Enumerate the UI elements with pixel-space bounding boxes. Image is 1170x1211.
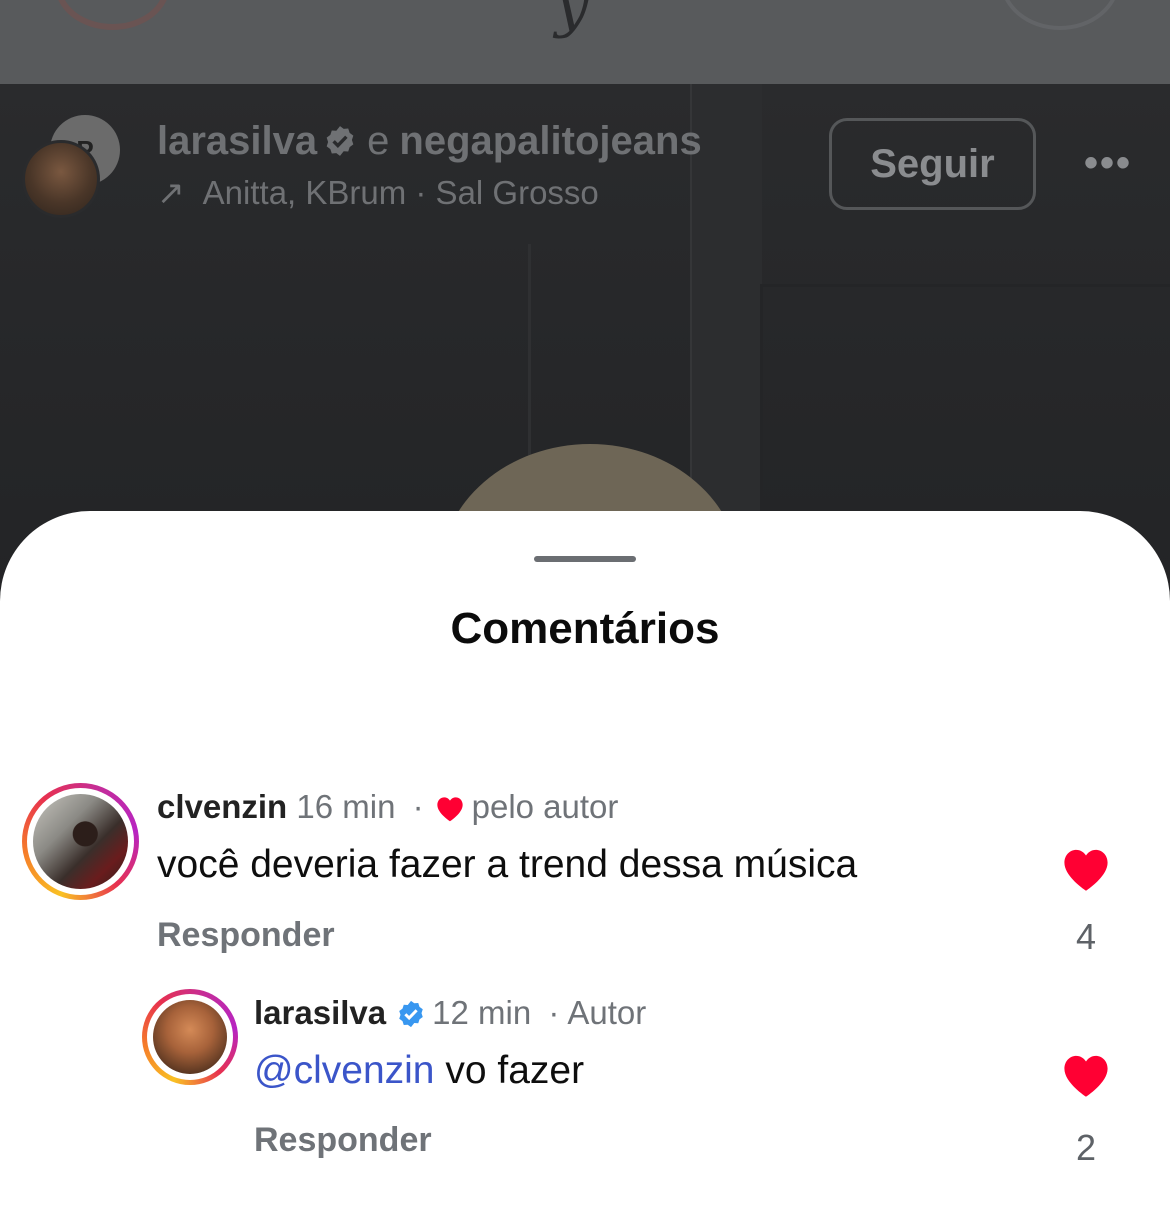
verified-badge-icon [399, 1000, 423, 1028]
like-button[interactable] [1058, 843, 1114, 893]
author-avatar [22, 140, 100, 218]
audio-name: Anitta, KBrum · Sal Grosso [202, 174, 599, 211]
comment-time: 16 min [296, 788, 396, 825]
like-count: 2 [1075, 1127, 1097, 1168]
comment-username[interactable]: larasilva [254, 994, 386, 1031]
heart-filled-icon [1064, 849, 1108, 891]
collaborator-username[interactable]: negapalitojeans [399, 119, 701, 163]
heart-filled-icon [1064, 1055, 1108, 1097]
ghost-glyph-decoration: y [555, 0, 589, 40]
author-connector: e [367, 119, 390, 163]
follow-button[interactable]: Seguir [829, 118, 1036, 210]
like-count: 4 [1075, 916, 1097, 957]
sheet-drag-handle[interactable] [534, 556, 636, 562]
commenter-avatar[interactable] [142, 989, 238, 1085]
mention-link[interactable]: @clvenzin [254, 1049, 435, 1092]
comment-meta: larasilva 12 min · Autor [254, 994, 646, 1032]
comment-username[interactable]: clvenzin [157, 788, 287, 825]
more-options-icon[interactable]: ••• [1078, 141, 1138, 185]
comment-text: você deveria fazer a trend dessa música [157, 843, 858, 886]
verified-badge-icon [326, 126, 354, 156]
ghost-circle-decoration [55, 0, 170, 30]
top-strip: y [0, 0, 1170, 84]
ghost-circle-decoration [1000, 0, 1120, 30]
post-header: P larasilva enegapalitojeans ↗ Anitta, KBr… [0, 115, 1170, 218]
meta-separator: · [412, 788, 424, 825]
reply-button[interactable]: Responder [157, 916, 335, 955]
liked-by-author-label: pelo autor [471, 788, 619, 825]
commenter-avatar[interactable] [22, 783, 139, 900]
comments-sheet: Comentários clvenzin 16 min · pelo autor … [0, 511, 1170, 1211]
author-username[interactable]: larasilva [157, 119, 317, 163]
meta-separator: · [548, 994, 560, 1031]
collab-avatars[interactable]: P [22, 115, 122, 218]
heart-filled-icon [436, 797, 463, 822]
comment-text: @clvenzin vo fazer [254, 1049, 584, 1093]
avatar-photo [33, 794, 128, 889]
author-badge: Autor [567, 994, 647, 1031]
post-authors[interactable]: larasilva e negapalitojeans [157, 119, 702, 164]
comment-time: 12 min [432, 994, 532, 1031]
avatar-photo [153, 1000, 227, 1074]
arrow-up-right-icon: ↗ [157, 174, 185, 211]
like-button[interactable] [1058, 1049, 1114, 1099]
comment-meta: clvenzin 16 min · pelo autor [157, 788, 618, 826]
reply-button[interactable]: Responder [254, 1121, 432, 1160]
sheet-title: Comentários [450, 604, 720, 653]
audio-attribution[interactable]: ↗ Anitta, KBrum · Sal Grosso [157, 173, 599, 212]
comment-body: vo fazer [434, 1049, 585, 1092]
